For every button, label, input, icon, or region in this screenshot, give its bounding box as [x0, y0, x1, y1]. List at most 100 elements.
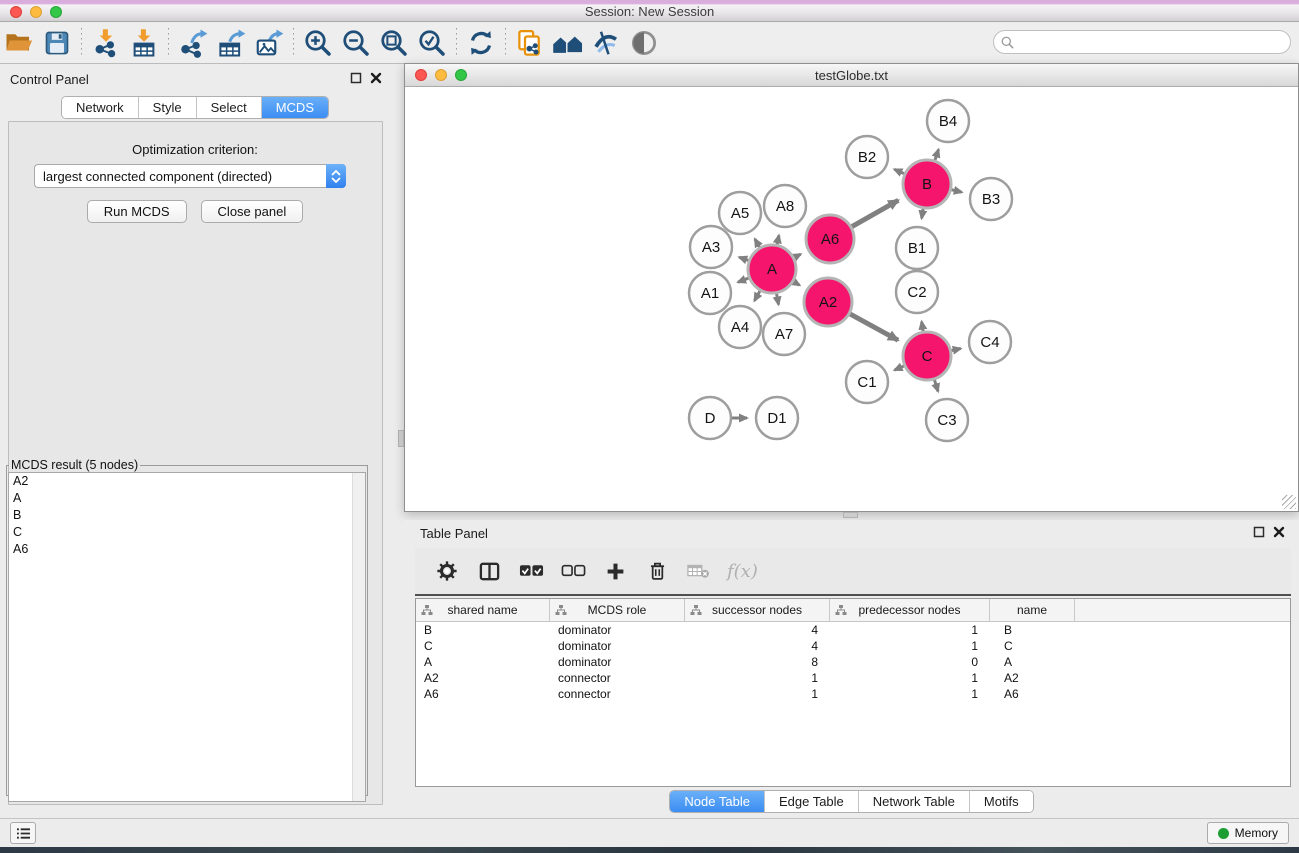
graph-node-C3[interactable]: C3 [926, 399, 968, 441]
mcds-result-item[interactable]: A6 [9, 541, 365, 558]
import-network-button[interactable] [87, 25, 125, 61]
edge-A-A7[interactable] [776, 293, 778, 305]
zoom-out-button[interactable] [337, 25, 375, 61]
column-view-button[interactable] [475, 557, 503, 585]
tab-style[interactable]: Style [139, 97, 197, 118]
mcds-result-item[interactable]: C [9, 524, 365, 541]
edge-A-A3[interactable] [739, 257, 749, 261]
zoom-fit-button[interactable] [375, 25, 413, 61]
select-all-columns-button[interactable] [517, 557, 545, 585]
tab-edge-table[interactable]: Edge Table [765, 791, 859, 812]
table-row[interactable]: A6connector11A6 [416, 686, 1290, 702]
clone-network-button[interactable] [511, 25, 549, 61]
horizontal-splitter-handle[interactable] [843, 512, 858, 518]
deselect-all-columns-button[interactable] [559, 557, 587, 585]
tab-node-table[interactable]: Node Table [670, 791, 765, 812]
graph-node-B3[interactable]: B3 [970, 178, 1012, 220]
show-panels-button[interactable] [10, 822, 36, 844]
graph-node-A1[interactable]: A1 [689, 272, 731, 314]
table-row[interactable]: Cdominator41C [416, 638, 1290, 654]
edge-B-B2[interactable] [894, 169, 905, 174]
graph-node-A[interactable]: A [748, 245, 796, 293]
close-table-panel-icon[interactable] [1273, 526, 1285, 538]
graph-node-A8[interactable]: A8 [764, 185, 806, 227]
edge-B-B3[interactable] [950, 189, 961, 192]
graph-node-A3[interactable]: A3 [690, 226, 732, 268]
table-row[interactable]: Bdominator41B [416, 622, 1290, 638]
tab-select[interactable]: Select [197, 97, 262, 118]
float-table-panel-icon[interactable] [1253, 526, 1265, 538]
graph-node-D[interactable]: D [689, 397, 731, 439]
run-mcds-button[interactable]: Run MCDS [87, 200, 187, 223]
search-field[interactable] [993, 30, 1291, 54]
network-graph[interactable]: B4B2BB3A5A8A6B1A3AC2A1A2A4A7C4CC1C3DD1 [405, 87, 1298, 511]
export-image-button[interactable] [250, 25, 288, 61]
network-canvas[interactable]: B4B2BB3A5A8A6B1A3AC2A1A2A4A7C4CC1C3DD1 [405, 87, 1298, 511]
graph-node-A6[interactable]: A6 [806, 215, 854, 263]
memory-button[interactable]: Memory [1207, 822, 1289, 844]
export-network-button[interactable] [174, 25, 212, 61]
network-view-window[interactable]: testGlobe.txt B4 B2 B B3 A5A8A6 B1 A3 A C2 A1 A2 A4… [404, 63, 1299, 512]
zoom-selected-button[interactable] [413, 25, 451, 61]
graph-node-A7[interactable]: A7 [763, 313, 805, 355]
edge-A2-C[interactable] [849, 313, 898, 340]
graph-node-B2[interactable]: B2 [846, 136, 888, 178]
window-resize-grip[interactable] [1282, 495, 1296, 509]
table-row[interactable]: A2connector11A2 [416, 670, 1290, 686]
tab-network-table[interactable]: Network Table [859, 791, 970, 812]
tab-network[interactable]: Network [62, 97, 139, 118]
graph-node-B4[interactable]: B4 [927, 100, 969, 142]
graph-node-C1[interactable]: C1 [846, 361, 888, 403]
graph-node-D1[interactable]: D1 [756, 397, 798, 439]
mcds-result-item[interactable]: B [9, 507, 365, 524]
float-panel-icon[interactable] [350, 72, 362, 84]
mcds-result-list[interactable]: A2ABCA6 [8, 472, 366, 802]
mcds-result-item[interactable]: A2 [9, 473, 365, 490]
edge-A-A4[interactable] [754, 290, 760, 301]
edge-A6-B[interactable] [851, 200, 898, 227]
save-session-button[interactable] [38, 25, 76, 61]
import-table-button[interactable] [125, 25, 163, 61]
column-header-predecessor-nodes[interactable]: predecessor nodes [830, 599, 990, 621]
edge-A-A5[interactable] [755, 239, 760, 248]
edge-A-A1[interactable] [738, 278, 750, 283]
zoom-in-button[interactable] [299, 25, 337, 61]
edge-C-C3[interactable] [934, 379, 938, 391]
home-view-button[interactable] [549, 25, 587, 61]
edge-C-C2[interactable] [922, 322, 924, 333]
optimization-criterion-select[interactable]: largest connected component (directed) [34, 164, 346, 188]
column-header-shared-name[interactable]: shared name [416, 599, 550, 621]
open-session-button[interactable] [0, 25, 38, 61]
edge-B-B4[interactable] [935, 149, 939, 161]
column-header-successor-nodes[interactable]: successor nodes [685, 599, 830, 621]
create-column-button[interactable] [601, 557, 629, 585]
mcds-result-item[interactable]: A [9, 490, 365, 507]
search-input[interactable] [1019, 35, 1290, 50]
close-panel-button[interactable]: Close panel [201, 200, 304, 223]
edge-C-C4[interactable] [950, 349, 960, 351]
show-graphics-button[interactable] [625, 25, 663, 61]
graph-node-C2[interactable]: C2 [896, 271, 938, 313]
column-settings-button[interactable] [433, 557, 461, 585]
graph-node-C[interactable]: C [903, 332, 951, 380]
hide-graphics-button[interactable] [587, 25, 625, 61]
network-window-titlebar[interactable]: testGlobe.txt [405, 64, 1298, 87]
export-table-button[interactable] [212, 25, 250, 61]
graph-node-A4[interactable]: A4 [719, 306, 761, 348]
close-panel-icon[interactable] [370, 72, 382, 84]
column-header-mcds-role[interactable]: MCDS role [550, 599, 685, 621]
tab-motifs[interactable]: Motifs [970, 791, 1033, 812]
table-row[interactable]: Adominator80A [416, 654, 1290, 670]
scrollbar-track[interactable] [352, 473, 365, 801]
refresh-view-button[interactable] [462, 25, 500, 61]
graph-node-A2[interactable]: A2 [804, 278, 852, 326]
node-table[interactable]: shared nameMCDS rolesuccessor nodesprede… [415, 598, 1291, 787]
delete-column-button[interactable] [643, 557, 671, 585]
edge-A-A8[interactable] [777, 235, 779, 245]
vertical-splitter-handle[interactable] [398, 430, 404, 447]
graph-node-B1[interactable]: B1 [896, 227, 938, 269]
edge-B-B1[interactable] [922, 208, 924, 219]
graph-node-B[interactable]: B [903, 160, 951, 208]
column-header-name[interactable]: name [990, 599, 1075, 621]
graph-node-A5[interactable]: A5 [719, 192, 761, 234]
